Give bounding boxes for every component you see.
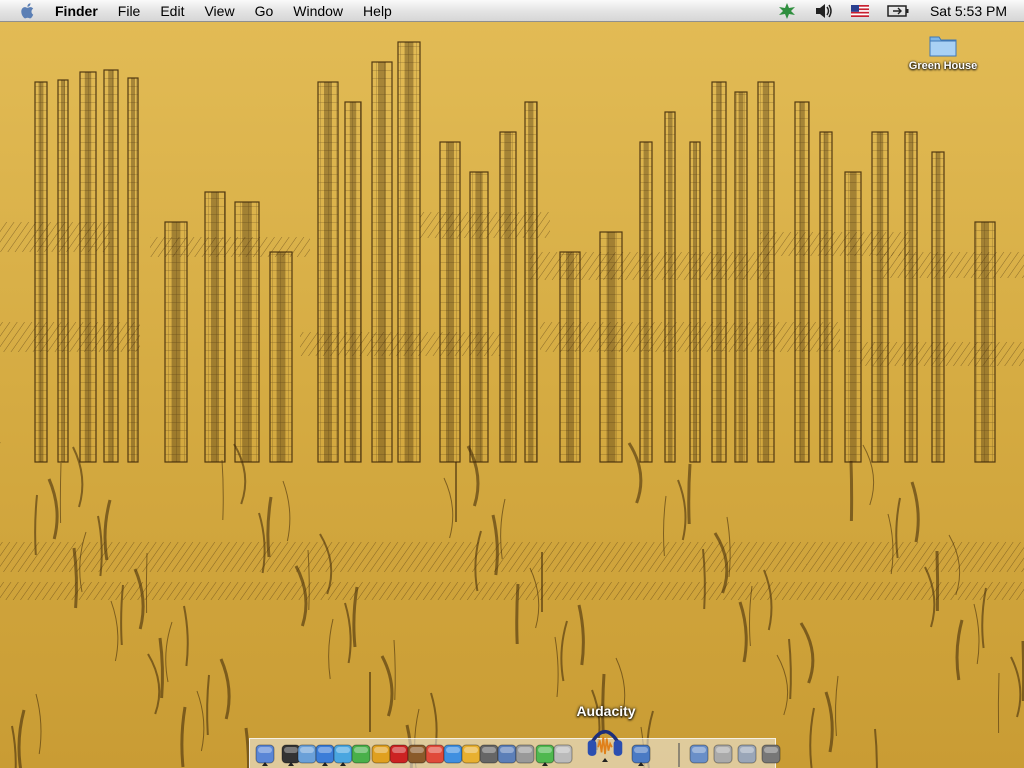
- running-indicator: [322, 762, 328, 766]
- documents-icon: [713, 744, 733, 764]
- folder-stack-icon: [737, 744, 757, 764]
- running-indicator: [638, 762, 644, 766]
- apple-logo-icon: [553, 744, 573, 764]
- dock-item-itunes[interactable]: [350, 743, 372, 765]
- us-flag-input-icon[interactable]: [850, 5, 869, 17]
- trash-icon: [761, 744, 781, 764]
- dock: [249, 729, 781, 768]
- desktop: Green House: [0, 22, 1024, 768]
- apple-icon[interactable]: [18, 1, 38, 21]
- dock-hover-label: Audacity: [576, 703, 636, 719]
- dock-separator: [678, 743, 680, 767]
- menu-window[interactable]: Window: [283, 0, 353, 22]
- dock-item-finder[interactable]: [254, 743, 276, 766]
- wallpaper-image: [0, 22, 1024, 768]
- menu-app-finder[interactable]: Finder: [44, 0, 108, 22]
- running-indicator: [542, 762, 548, 766]
- menu-view[interactable]: View: [194, 0, 244, 22]
- headphones-waveform-icon: [587, 729, 623, 756]
- running-indicator: [602, 758, 608, 762]
- dock-item-folder-stack[interactable]: [736, 743, 758, 765]
- volume-icon[interactable]: [815, 3, 833, 19]
- itunes-icon: [351, 744, 371, 764]
- menu-help[interactable]: Help: [353, 0, 402, 22]
- dock-item-trash[interactable]: [760, 743, 782, 765]
- menu-go[interactable]: Go: [245, 0, 284, 22]
- menu-bar: Finder File Edit View Go Window Help Sat…: [0, 0, 1024, 22]
- running-indicator: [288, 762, 294, 766]
- dock-item-apple-app[interactable]: [552, 743, 574, 765]
- menu-clock[interactable]: Sat 5:53 PM: [930, 3, 1007, 19]
- dock-item-audacity[interactable]: [586, 723, 624, 762]
- dock-item-notes[interactable]: [514, 743, 536, 765]
- desktop-icon-green-house[interactable]: Green House: [900, 32, 986, 88]
- desktop-icon-label: Green House: [908, 60, 978, 72]
- dock-item-photo-app[interactable]: [630, 743, 652, 766]
- running-indicator: [340, 762, 346, 766]
- running-indicator: [262, 762, 268, 766]
- notes-icon: [515, 744, 535, 764]
- script-menu-icon[interactable]: [777, 2, 797, 20]
- dock-item-documents[interactable]: [712, 743, 734, 765]
- menu-file[interactable]: File: [108, 0, 151, 22]
- battery-icon[interactable]: [887, 5, 909, 17]
- menu-edit[interactable]: Edit: [150, 0, 194, 22]
- dock-item-mail-address[interactable]: [688, 743, 710, 765]
- folder-icon: [929, 36, 957, 57]
- address-book-icon: [689, 744, 709, 764]
